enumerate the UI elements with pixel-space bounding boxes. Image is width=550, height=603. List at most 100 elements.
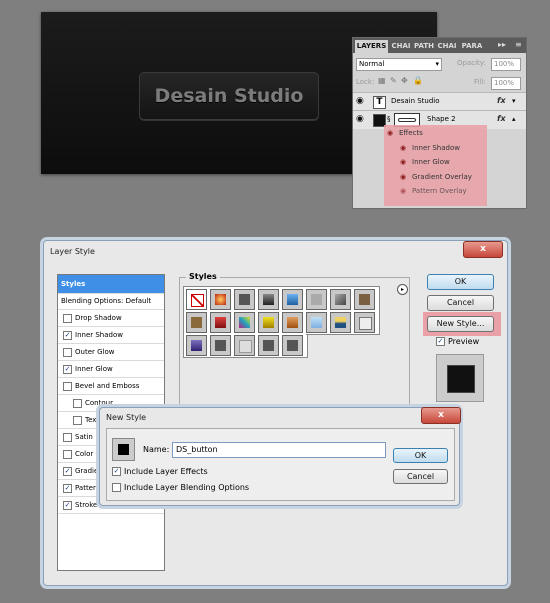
cancel-button[interactable]: Cancel (393, 469, 448, 484)
styles-swatch-grid (183, 286, 308, 358)
style-swatch[interactable] (306, 312, 327, 333)
style-swatch[interactable] (210, 335, 231, 356)
preview-label: Preview (448, 337, 480, 346)
tab-character[interactable]: CHAI (437, 40, 457, 53)
checkbox[interactable] (63, 313, 72, 323)
eye-icon[interactable]: ◉ (356, 114, 364, 124)
dialog-title: New Style (106, 413, 147, 422)
list-item-label: Inner Glow (75, 365, 113, 373)
ok-button[interactable]: OK (427, 274, 494, 290)
style-swatch[interactable] (210, 312, 231, 333)
eye-icon[interactable]: ◉ (400, 187, 406, 195)
eye-icon[interactable]: ◉ (400, 144, 406, 152)
checkbox[interactable]: ✓ (63, 364, 72, 374)
style-swatch[interactable] (258, 335, 279, 356)
blend-mode-select[interactable]: Normal ▾ (356, 58, 442, 71)
new-style-thumbnail (112, 438, 135, 461)
checkbox[interactable] (73, 415, 82, 425)
style-swatch[interactable] (258, 312, 279, 333)
effects-label: Effects (399, 129, 423, 137)
layer-name: Desain Studio (391, 97, 440, 105)
checkbox[interactable] (63, 347, 72, 357)
checkbox[interactable]: ✓ (63, 330, 72, 340)
collapse-icon[interactable]: ▸▸ (498, 40, 506, 49)
panel-menu-icon[interactable]: ≡ (515, 40, 522, 49)
list-item-bevel-emboss[interactable]: Bevel and Emboss (58, 378, 164, 395)
lock-paint-icon[interactable]: ✎ (390, 76, 397, 85)
opacity-field[interactable]: 100% (491, 58, 521, 71)
lock-label: Lock: (356, 78, 375, 86)
list-item-outer-glow[interactable]: Outer Glow (58, 344, 164, 361)
fx-icon[interactable]: fx (497, 96, 506, 105)
checkbox[interactable]: ✓ (112, 467, 121, 476)
effect-pattern-overlay[interactable]: Pattern Overlay (412, 187, 467, 195)
list-item-styles[interactable]: Styles (58, 275, 164, 294)
include-effects-option[interactable]: ✓ Include Layer Effects (112, 467, 208, 476)
tab-paths[interactable]: PATH (414, 40, 434, 53)
effect-gradient-overlay[interactable]: Gradient Overlay (412, 173, 472, 181)
style-swatch[interactable] (234, 289, 255, 310)
close-button[interactable]: x (421, 407, 461, 424)
tab-paragraph[interactable]: PARA (460, 40, 484, 53)
effect-inner-glow[interactable]: Inner Glow (412, 158, 450, 166)
checkbox[interactable] (112, 483, 121, 492)
eye-icon[interactable]: ◉ (356, 96, 364, 106)
style-swatch[interactable] (186, 335, 207, 356)
tab-layers[interactable]: LAYERS (355, 40, 388, 53)
fill-label: Fill: (474, 78, 486, 86)
new-style-button[interactable]: New Style... (427, 316, 494, 332)
checkbox[interactable] (63, 381, 72, 391)
list-item-label: Drop Shadow (75, 314, 122, 322)
opacity-label: Opacity: (457, 59, 486, 67)
style-name-input[interactable]: DS_button (172, 442, 386, 458)
styles-menu-icon[interactable]: ▸ (397, 284, 408, 295)
style-swatch-none[interactable] (186, 289, 207, 310)
style-swatch[interactable] (330, 289, 351, 310)
style-swatch[interactable] (306, 289, 327, 310)
tab-channels[interactable]: CHAI (391, 40, 411, 53)
style-swatch[interactable] (330, 312, 351, 333)
style-swatch[interactable] (258, 289, 279, 310)
checkbox[interactable]: ✓ (63, 466, 72, 476)
styles-swatch-grid-extra (306, 286, 380, 335)
checkbox[interactable] (63, 449, 72, 459)
list-item-inner-shadow[interactable]: ✓ Inner Shadow (58, 327, 164, 344)
checkbox[interactable]: ✓ (63, 500, 72, 510)
style-swatch[interactable] (354, 312, 375, 333)
eye-icon[interactable]: ◉ (400, 158, 406, 166)
style-swatch[interactable] (186, 312, 207, 333)
eye-icon[interactable]: ◉ (400, 173, 406, 181)
close-button[interactable]: x (463, 241, 503, 258)
lock-all-icon[interactable]: 🔒 (413, 76, 423, 85)
name-label: Name: (143, 445, 170, 454)
style-swatch[interactable] (282, 335, 303, 356)
checkbox[interactable]: ✓ (63, 483, 72, 493)
style-swatch[interactable] (282, 312, 303, 333)
style-swatch[interactable] (234, 312, 255, 333)
checkbox[interactable] (73, 398, 82, 408)
include-blending-label: Include Layer Blending Options (124, 483, 250, 492)
list-item-drop-shadow[interactable]: Drop Shadow (58, 310, 164, 327)
style-swatch[interactable] (354, 289, 375, 310)
chevron-up-icon[interactable]: ▴ (512, 115, 516, 123)
list-item-inner-glow[interactable]: ✓ Inner Glow (58, 361, 164, 378)
preview-checkbox[interactable]: ✓ Preview (436, 337, 479, 346)
list-item-blending-options[interactable]: Blending Options: Default (58, 293, 164, 310)
fx-icon[interactable]: fx (497, 114, 506, 123)
lock-transparent-icon[interactable]: ▦ (378, 76, 386, 85)
lock-move-icon[interactable]: ✥ (401, 76, 408, 85)
checkbox[interactable]: ✓ (436, 337, 445, 346)
chevron-down-icon[interactable]: ▾ (512, 97, 516, 105)
style-swatch[interactable] (210, 289, 231, 310)
fill-field[interactable]: 100% (491, 77, 521, 90)
effect-inner-shadow[interactable]: Inner Shadow (412, 144, 460, 152)
include-blending-option[interactable]: Include Layer Blending Options (112, 483, 249, 492)
cancel-button[interactable]: Cancel (427, 295, 494, 311)
style-swatch[interactable] (282, 289, 303, 310)
checkbox[interactable] (63, 432, 72, 442)
ok-button[interactable]: OK (393, 448, 448, 463)
list-item-label: Satin (75, 433, 93, 441)
style-swatch[interactable] (234, 335, 255, 356)
layer-row-text[interactable]: ◉ T Desain Studio fx ▾ (353, 92, 526, 111)
eye-icon[interactable]: ◉ (387, 129, 393, 137)
